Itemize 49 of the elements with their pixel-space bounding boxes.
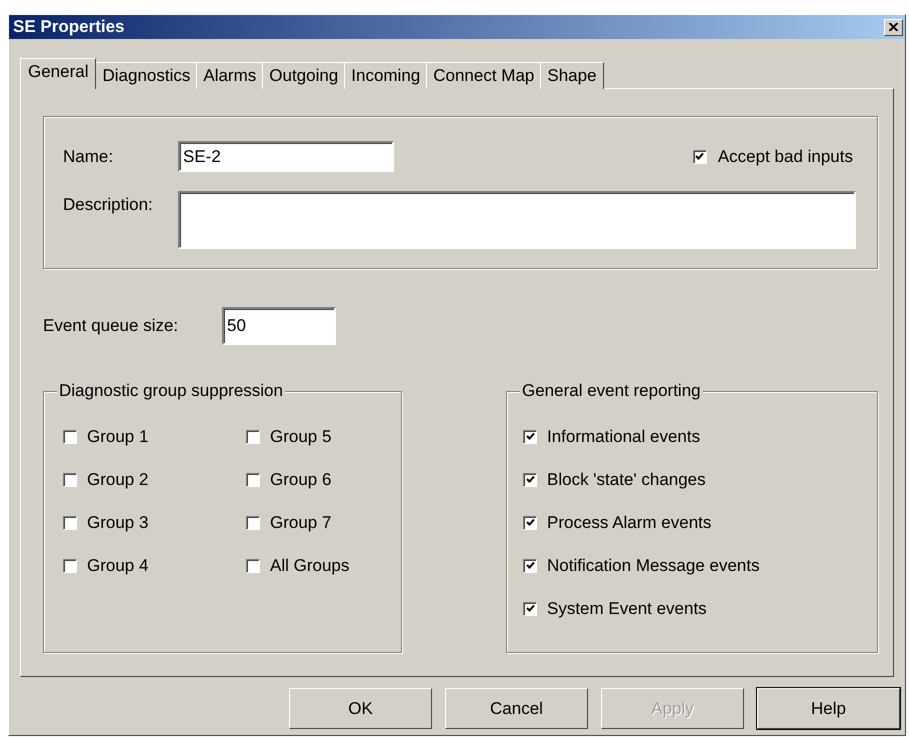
checkbox[interactable] [523, 516, 537, 530]
checkbox-label: Process Alarm events [547, 512, 712, 534]
checkbox[interactable] [63, 472, 77, 486]
group-title: General event reporting [520, 381, 703, 401]
description-field[interactable] [178, 191, 856, 249]
dialog-button[interactable]: Cancel [445, 688, 588, 729]
tab[interactable]: Incoming [344, 62, 428, 89]
checkbox[interactable] [63, 430, 77, 444]
tab[interactable]: General [20, 58, 96, 89]
checkbox[interactable] [523, 430, 537, 444]
group-title: Diagnostic group suppression [57, 381, 285, 401]
checkbox[interactable] [246, 430, 260, 444]
description-label: Description: [63, 194, 154, 216]
name-label: Name: [63, 146, 114, 168]
tab[interactable]: Shape [540, 62, 604, 89]
tab[interactable]: Outgoing [262, 62, 346, 89]
checkbox-label: Notification Message events [547, 554, 760, 577]
checkbox-label: System Event events [547, 598, 707, 620]
checkbox[interactable] [246, 558, 260, 572]
checkbox-label: Group 5 [270, 426, 332, 448]
checkbox-label: Group 7 [270, 512, 332, 534]
checkbox[interactable] [523, 472, 537, 486]
checkbox[interactable] [246, 472, 260, 486]
checkbox-label: Group 4 [87, 554, 148, 577]
checkbox-label: Informational events [547, 426, 700, 448]
dialog-button[interactable]: OK [289, 688, 432, 729]
close-button[interactable] [884, 18, 903, 36]
close-icon [889, 23, 898, 31]
checkbox[interactable] [523, 602, 537, 616]
checkbox[interactable] [63, 558, 77, 572]
dialog-button[interactable]: Help [757, 688, 900, 729]
checkbox[interactable] [63, 516, 77, 530]
checkbox[interactable] [523, 558, 537, 572]
checkbox[interactable] [246, 516, 260, 530]
tab[interactable]: Diagnostics [95, 62, 198, 89]
checkbox-label: Accept bad inputs [718, 146, 853, 168]
name-field[interactable]: SE-2 [178, 141, 394, 172]
checkbox-label: Group 1 [87, 426, 148, 448]
checkbox-label: Group 6 [270, 468, 332, 491]
checkbox-label: Group 2 [87, 468, 148, 491]
checkbox-label: Block 'state' changes [547, 468, 706, 491]
event-queue-size-label: Event queue size: [43, 315, 180, 338]
checkbox-label: Group 3 [87, 512, 148, 534]
checkbox[interactable] [692, 150, 707, 164]
window-title: SE Properties [13, 16, 124, 38]
event-queue-size-field[interactable]: 50 [222, 307, 336, 345]
checkbox-label: All Groups [270, 554, 350, 577]
tab[interactable]: Connect Map [426, 62, 542, 89]
tab[interactable]: Alarms [196, 62, 264, 89]
